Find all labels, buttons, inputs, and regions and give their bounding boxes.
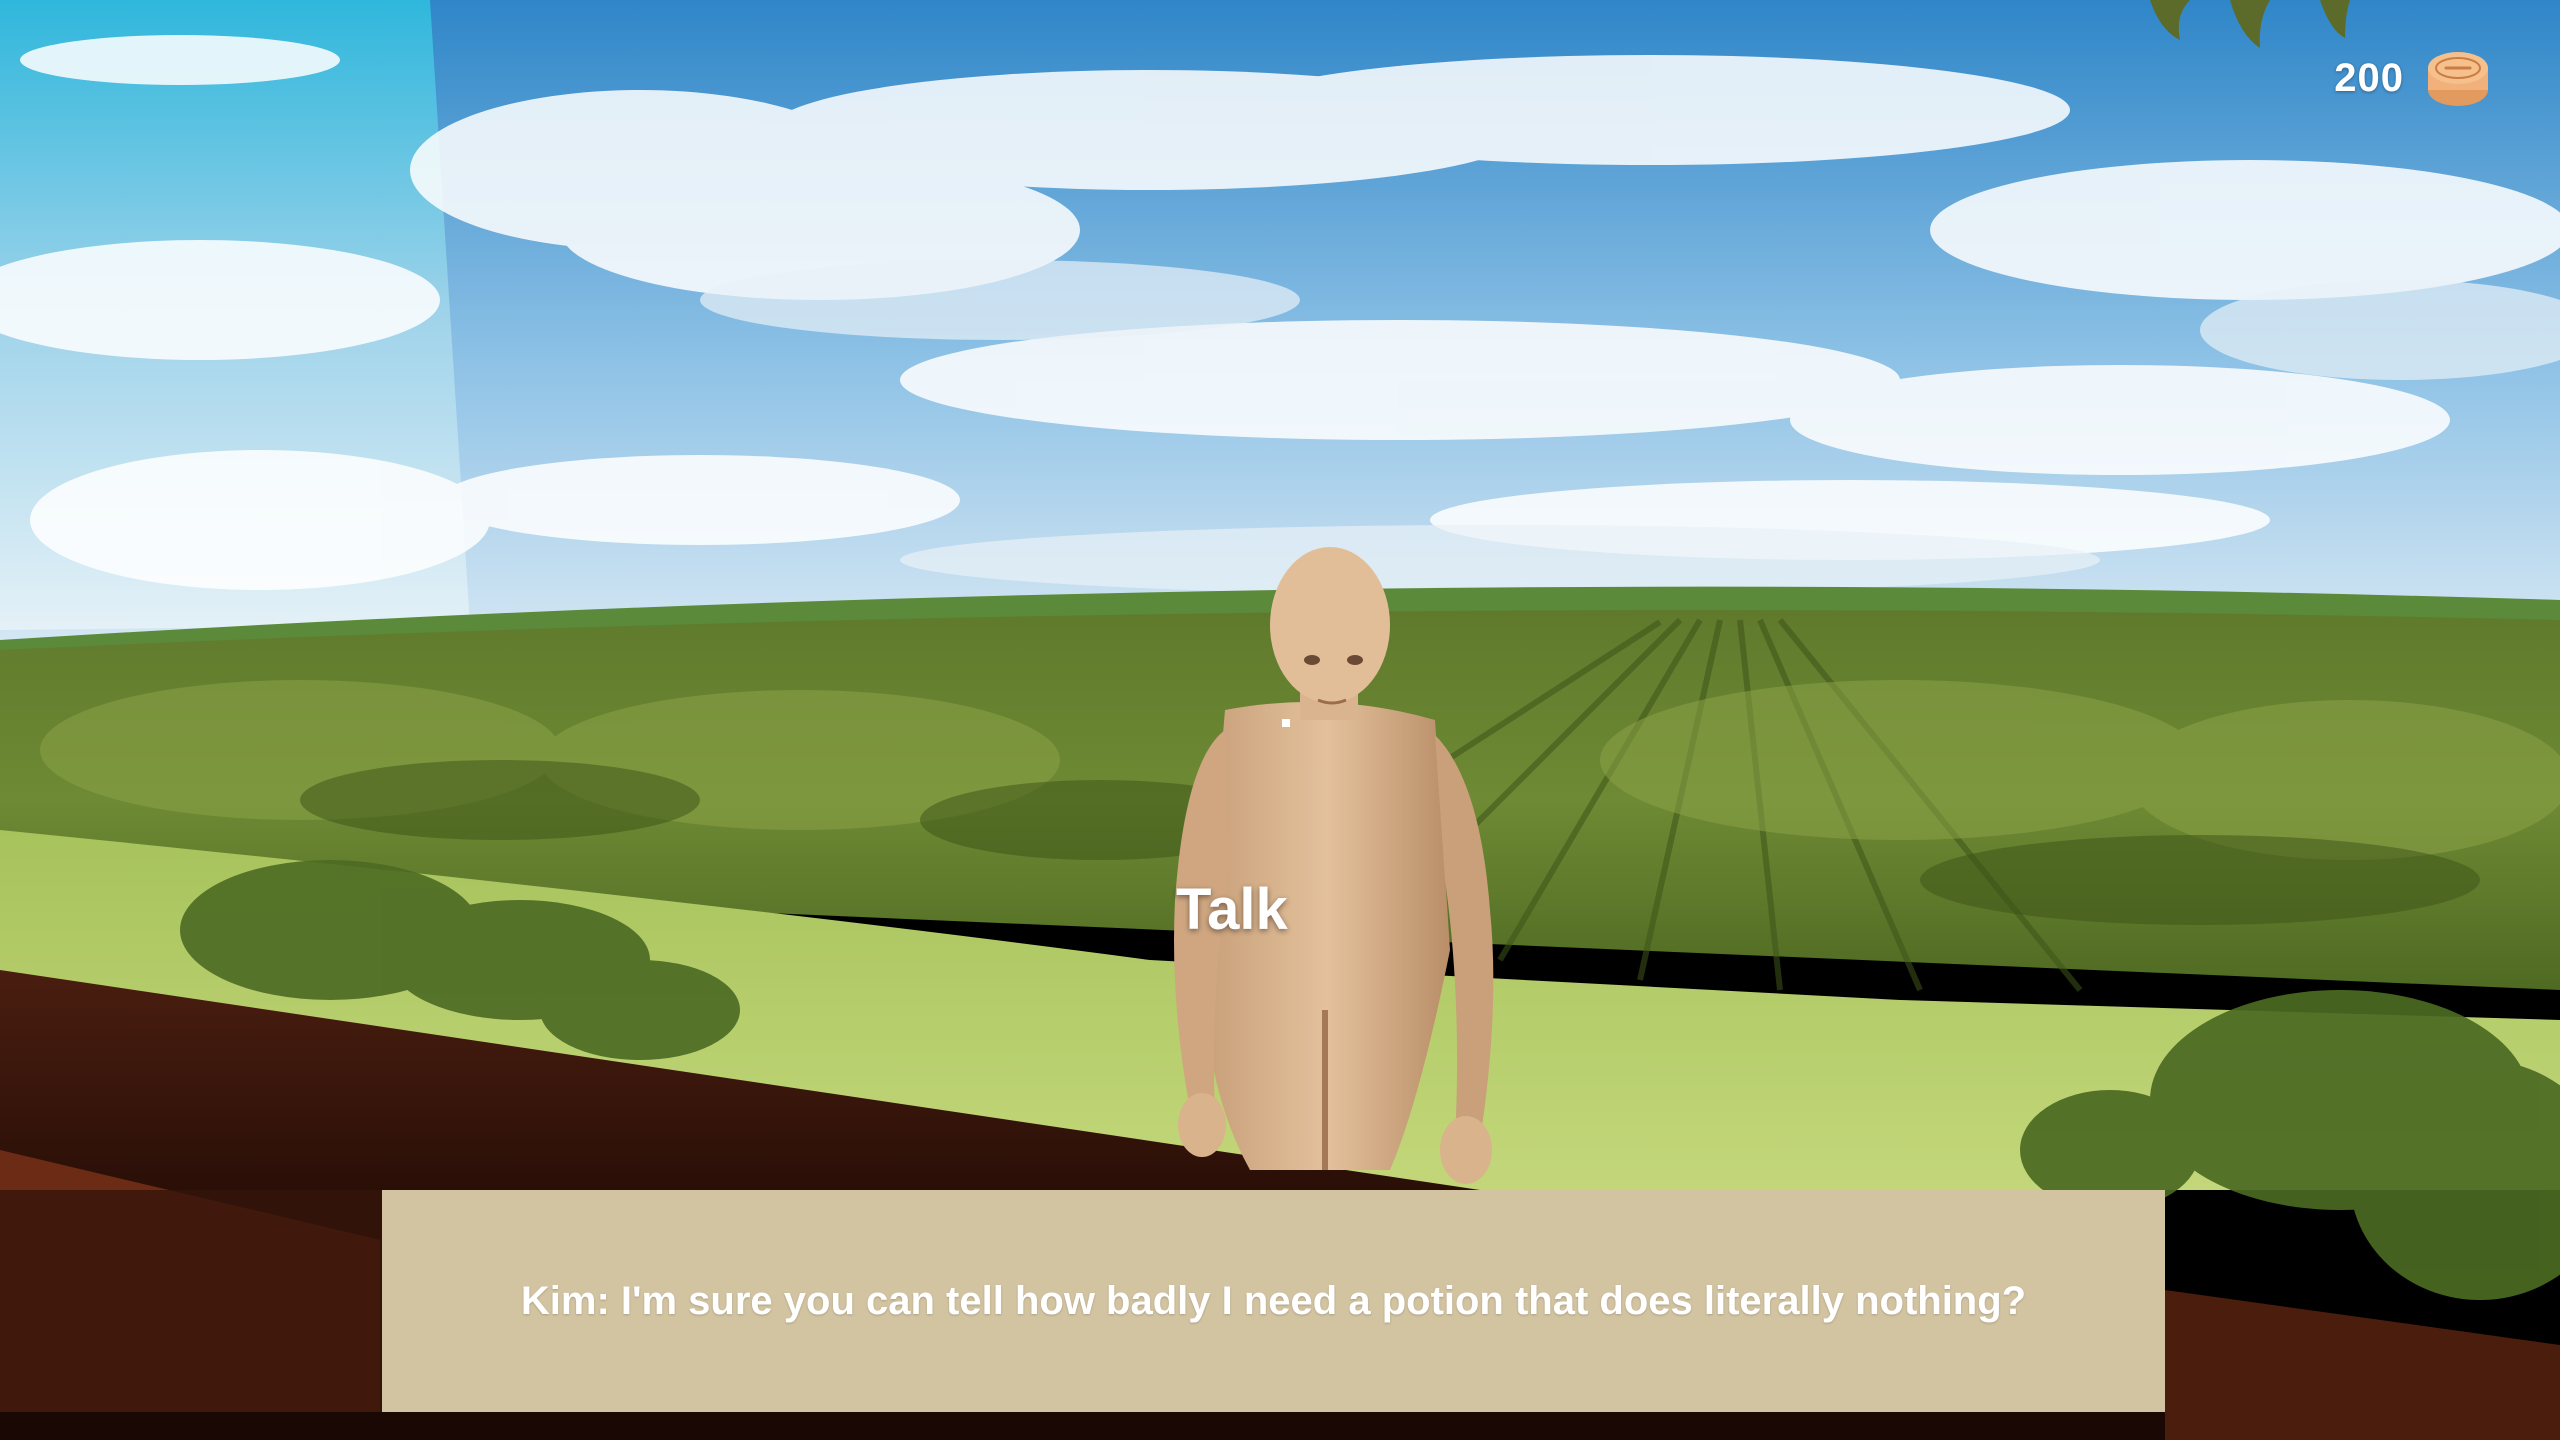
coin-counter: 200 — [2334, 38, 2494, 118]
coin-count: 200 — [2334, 55, 2404, 100]
dialogue-text: Kim: I'm sure you can tell how badly I n… — [520, 1278, 2027, 1323]
dialogue-box[interactable]: Kim: I'm sure you can tell how badly I n… — [382, 1190, 2165, 1412]
crosshair-dot — [1282, 719, 1290, 727]
talk-prompt[interactable]: Talk — [1176, 876, 1288, 943]
game-viewport[interactable]: 200 Talk Kim: I'm sure you can tell how … — [0, 0, 2560, 1440]
coin-stack-icon — [2428, 52, 2488, 106]
